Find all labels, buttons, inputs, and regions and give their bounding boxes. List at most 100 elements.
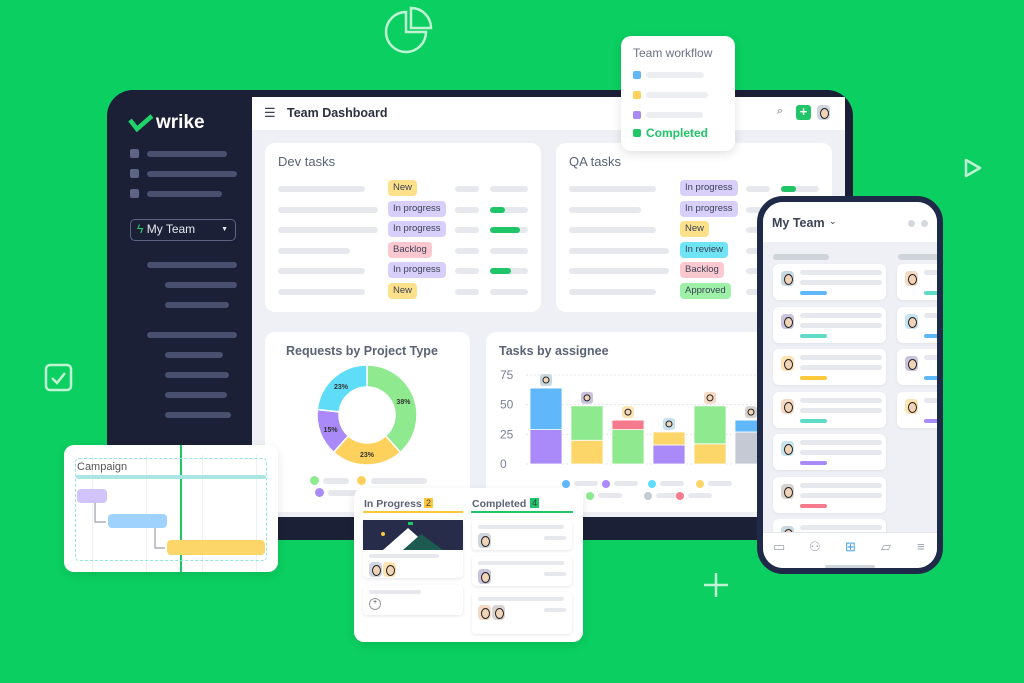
assignee-face xyxy=(747,408,755,416)
mobile-task-card[interactable] xyxy=(897,306,937,343)
progress-bar xyxy=(490,186,528,192)
status-badge[interactable]: In progress xyxy=(388,200,446,217)
status-badge[interactable]: Backlog xyxy=(680,262,724,278)
status-badge[interactable]: New xyxy=(680,221,710,237)
completed-label[interactable]: Completed xyxy=(646,126,708,140)
team-selector-label: My Team xyxy=(146,222,196,236)
bar-segment[interactable] xyxy=(611,419,645,430)
status-badge[interactable]: In progress xyxy=(680,180,738,196)
bolt-icon: ϟ xyxy=(137,222,144,236)
bar-segment[interactable] xyxy=(611,429,645,465)
legend-dot xyxy=(586,492,594,500)
legend-dot xyxy=(357,476,366,485)
search-icon[interactable]: ⌕ xyxy=(777,105,783,118)
workflow-status-swatch xyxy=(633,71,641,79)
mobile-task-card[interactable] xyxy=(897,349,937,385)
progress-bar xyxy=(490,227,528,233)
status-badge[interactable]: Backlog xyxy=(388,241,432,258)
mobile-task-card[interactable] xyxy=(773,476,886,513)
home-icon[interactable] xyxy=(130,149,139,158)
mobile-task-card[interactable] xyxy=(897,391,937,428)
bar-segment[interactable] xyxy=(529,429,563,465)
mobile-task-card[interactable] xyxy=(897,264,937,300)
mountain-image xyxy=(363,520,463,550)
checkbox-icon xyxy=(44,363,73,392)
mobile-app: My Team ⌄ ▭ ⚇ ⊞ ▱ ≡ xyxy=(757,196,943,574)
status-badge[interactable]: Approved xyxy=(680,282,731,299)
user-avatar[interactable] xyxy=(817,105,830,120)
mobile-title[interactable]: My Team xyxy=(772,216,825,230)
legend-dot xyxy=(644,492,652,500)
kanban-task[interactable] xyxy=(472,556,572,586)
team-icon[interactable]: ⚇ xyxy=(809,539,821,555)
workflow-status-swatch xyxy=(633,111,641,119)
assignee-face xyxy=(706,394,714,402)
status-badge[interactable]: In progress xyxy=(388,262,446,278)
pie-chart-icon xyxy=(384,6,433,54)
legend-dot xyxy=(315,488,324,497)
inbox-icon[interactable]: ▭ xyxy=(773,539,785,555)
kanban-task[interactable]: + xyxy=(363,585,463,615)
page-title: Team Dashboard xyxy=(287,106,388,120)
status-badge[interactable]: New xyxy=(388,180,418,196)
bar-chart: 0 25 50 75 xyxy=(500,368,786,500)
menu-icon[interactable]: ≡ xyxy=(917,539,925,554)
dev-tasks-card: Dev tasks New In progress In progress Backl… xyxy=(265,143,541,312)
mobile-task-card[interactable] xyxy=(773,434,886,470)
legend-dot xyxy=(310,476,319,485)
kanban-card: In Progress 2 Completed 4 + xyxy=(354,488,583,642)
team-selector[interactable]: ϟ My Team ▼ xyxy=(130,219,236,241)
bar-segment[interactable] xyxy=(529,387,563,430)
add-assignee-icon[interactable]: + xyxy=(369,598,381,610)
bar-segment[interactable] xyxy=(570,439,604,465)
mobile-task-card[interactable] xyxy=(773,391,886,428)
column-title: In Progress xyxy=(364,498,422,510)
plus-icon xyxy=(704,573,728,597)
bar-segment[interactable] xyxy=(693,405,727,445)
kanban-task[interactable] xyxy=(472,592,572,634)
card-title: Dev tasks xyxy=(278,154,336,169)
hamburger-icon[interactable]: ☰ xyxy=(264,105,276,121)
board-icon[interactable]: ⊞ xyxy=(845,539,856,555)
mobile-task-card[interactable] xyxy=(773,306,886,343)
legend-dot xyxy=(648,480,656,488)
progress-bar xyxy=(490,247,528,254)
play-icon xyxy=(964,158,982,178)
legend-dot xyxy=(676,492,684,500)
add-button[interactable]: + xyxy=(796,105,811,120)
legend-dot xyxy=(562,480,570,488)
status-badge[interactable]: In progress xyxy=(388,221,446,237)
caret-down-icon: ▼ xyxy=(221,226,228,233)
dependency-arrows xyxy=(94,503,165,549)
progress-bar xyxy=(490,206,528,213)
kanban-task[interactable] xyxy=(472,520,572,550)
y-tick-label: 50 xyxy=(500,398,514,412)
bar-segment[interactable] xyxy=(570,405,604,441)
bar-segment[interactable] xyxy=(693,443,727,465)
status-badge[interactable]: In review xyxy=(680,241,729,258)
status-badge[interactable]: New xyxy=(388,282,418,299)
progress-bar xyxy=(490,288,528,295)
status-badge[interactable]: In progress xyxy=(680,200,738,217)
y-tick-label: 25 xyxy=(500,427,514,441)
team-workflow-popup: Team workflow Completed xyxy=(621,36,735,151)
slice-label: 15% xyxy=(324,427,339,434)
assignee-face xyxy=(665,420,673,428)
folder-icon[interactable]: ▱ xyxy=(881,539,891,555)
chevron-down-icon[interactable]: ⌄ xyxy=(829,216,837,227)
completed-swatch xyxy=(633,129,641,137)
calendar-icon[interactable] xyxy=(130,189,139,198)
workflow-status-swatch xyxy=(633,91,641,99)
y-tick-label: 75 xyxy=(500,368,514,382)
tasks-by-assignee-card: Tasks by assignee 0 25 50 75 xyxy=(486,332,786,512)
column-count: 4 xyxy=(530,498,540,508)
dashboard-icon[interactable] xyxy=(130,169,139,178)
bar-segment[interactable] xyxy=(652,431,686,446)
mobile-task-card[interactable] xyxy=(773,349,886,385)
requests-chart-card: Requests by Project Type 38% 23% 15% 23% xyxy=(265,332,470,512)
logo-text: wrike xyxy=(156,112,205,133)
donut-slice[interactable] xyxy=(366,364,418,454)
bar-segment[interactable] xyxy=(652,444,686,465)
kanban-task[interactable] xyxy=(363,520,463,578)
mobile-task-card[interactable] xyxy=(773,264,886,300)
